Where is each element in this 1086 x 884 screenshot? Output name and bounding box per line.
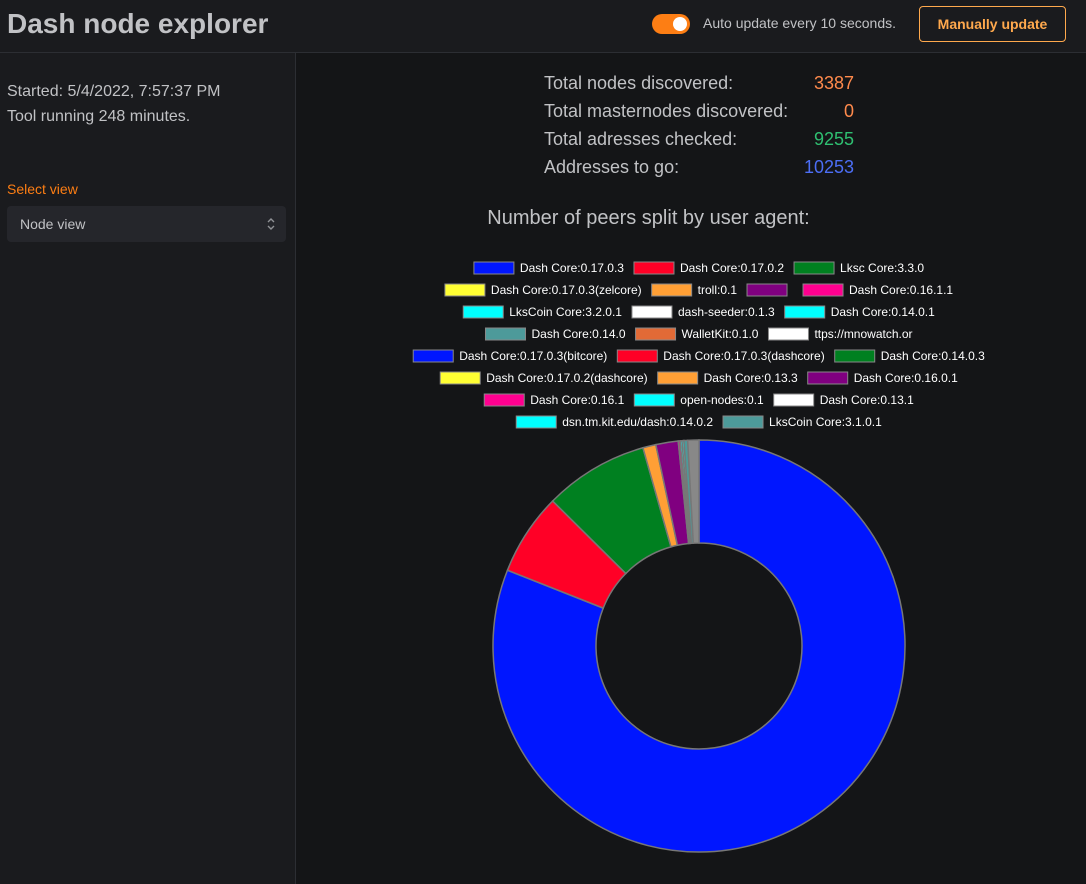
legend-item[interactable] bbox=[746, 283, 788, 297]
legend-swatch bbox=[767, 327, 809, 341]
legend-item[interactable]: Dash Core:0.14.0 bbox=[484, 327, 626, 341]
legend-swatch bbox=[773, 393, 815, 407]
legend-item[interactable]: Dash Core:0.17.0.3 bbox=[473, 261, 624, 275]
legend-item[interactable]: Dash Core:0.13.1 bbox=[773, 393, 914, 407]
legend-label: Dash Core:0.16.1.1 bbox=[849, 283, 953, 297]
legend-swatch bbox=[807, 371, 849, 385]
legend-label: troll:0.1 bbox=[698, 283, 738, 297]
legend-item[interactable]: Dash Core:0.16.1 bbox=[483, 393, 625, 407]
legend-label: dash-seeder:0.1.3 bbox=[678, 305, 775, 319]
legend-item[interactable]: Lksc Core:3.3.0 bbox=[793, 261, 924, 275]
legend-swatch bbox=[439, 371, 481, 385]
legend-swatch bbox=[473, 261, 515, 275]
legend-item[interactable]: Dash Core:0.14.0.3 bbox=[834, 349, 985, 363]
legend-item[interactable]: dsn.tm.kit.edu/dash:0.14.0.2 bbox=[515, 415, 713, 429]
legend-swatch bbox=[784, 305, 826, 319]
legend-item[interactable]: open-nodes:0.1 bbox=[633, 393, 764, 407]
legend-label: LksCoin Core:3.2.0.1 bbox=[509, 305, 622, 319]
legend-item[interactable]: LksCoin Core:3.1.0.1 bbox=[722, 415, 882, 429]
legend-swatch bbox=[633, 261, 675, 275]
legend-label: Dash Core:0.13.3 bbox=[704, 371, 798, 385]
legend-label: Dash Core:0.17.0.3 bbox=[520, 261, 624, 275]
legend-item[interactable]: WalletKit:0.1.0 bbox=[635, 327, 759, 341]
legend-item[interactable]: Dash Core:0.16.0.1 bbox=[807, 371, 958, 385]
legend-swatch bbox=[635, 327, 677, 341]
legend-label: Dash Core:0.16.1 bbox=[530, 393, 624, 407]
legend-label: Dash Core:0.17.0.2(dashcore) bbox=[486, 371, 647, 385]
legend-item[interactable]: Dash Core:0.14.0.1 bbox=[784, 305, 935, 319]
legend-swatch bbox=[412, 349, 454, 363]
legend-swatch bbox=[483, 393, 525, 407]
legend-label: dsn.tm.kit.edu/dash:0.14.0.2 bbox=[562, 415, 713, 429]
legend-swatch bbox=[802, 283, 844, 297]
legend-swatch bbox=[651, 283, 693, 297]
legend-label: Dash Core:0.17.0.3(zelcore) bbox=[491, 283, 642, 297]
legend-swatch bbox=[631, 305, 673, 319]
legend-item[interactable]: Dash Core:0.13.3 bbox=[657, 371, 798, 385]
legend-label: Dash Core:0.13.1 bbox=[820, 393, 914, 407]
legend-swatch bbox=[657, 371, 699, 385]
user-agent-donut-chart: Dash Core:0.17.0.3 Dash Core:0.17.0.2 Lksc… bbox=[412, 261, 985, 853]
legend-swatch bbox=[515, 415, 557, 429]
legend-item[interactable]: Dash Core:0.17.0.2(dashcore) bbox=[439, 371, 648, 385]
legend-label: Dash Core:0.16.0.1 bbox=[854, 371, 958, 385]
legend-item[interactable]: Dash Core:0.17.0.3(zelcore) bbox=[444, 283, 642, 297]
legend-label: LksCoin Core:3.1.0.1 bbox=[769, 415, 882, 429]
legend-swatch bbox=[444, 283, 486, 297]
legend-item[interactable]: Dash Core:0.16.1.1 bbox=[802, 283, 953, 297]
legend-item[interactable]: dash-seeder:0.1.3 bbox=[631, 305, 775, 319]
legend-item[interactable]: troll:0.1 bbox=[651, 283, 738, 297]
legend-swatch bbox=[462, 305, 504, 319]
legend-item[interactable]: Dash Core:0.17.0.2 bbox=[633, 261, 784, 275]
legend-swatch bbox=[633, 393, 675, 407]
legend-swatch bbox=[746, 283, 788, 297]
legend-label: Dash Core:0.17.0.2 bbox=[680, 261, 784, 275]
legend-label: ttps://mnowatch.or bbox=[814, 327, 912, 341]
legend-swatch bbox=[722, 415, 764, 429]
legend-label: Dash Core:0.17.0.3(dashcore) bbox=[663, 349, 824, 363]
legend-swatch bbox=[793, 261, 835, 275]
legend-label: Dash Core:0.14.0.3 bbox=[881, 349, 985, 363]
legend-item[interactable]: Dash Core:0.17.0.3(bitcore) bbox=[412, 349, 607, 363]
legend-label: Dash Core:0.14.0 bbox=[531, 327, 625, 341]
legend-swatch bbox=[484, 327, 526, 341]
legend-label: Dash Core:0.17.0.3(bitcore) bbox=[459, 349, 607, 363]
legend-item[interactable]: ttps://mnowatch.or bbox=[767, 327, 913, 341]
legend-swatch bbox=[616, 349, 658, 363]
legend-label: Lksc Core:3.3.0 bbox=[840, 261, 924, 275]
legend-label: Dash Core:0.14.0.1 bbox=[831, 305, 935, 319]
legend-item[interactable]: Dash Core:0.17.0.3(dashcore) bbox=[616, 349, 825, 363]
legend-item[interactable]: LksCoin Core:3.2.0.1 bbox=[462, 305, 622, 319]
legend-swatch bbox=[834, 349, 876, 363]
legend-label: WalletKit:0.1.0 bbox=[682, 327, 759, 341]
legend-label: open-nodes:0.1 bbox=[680, 393, 764, 407]
